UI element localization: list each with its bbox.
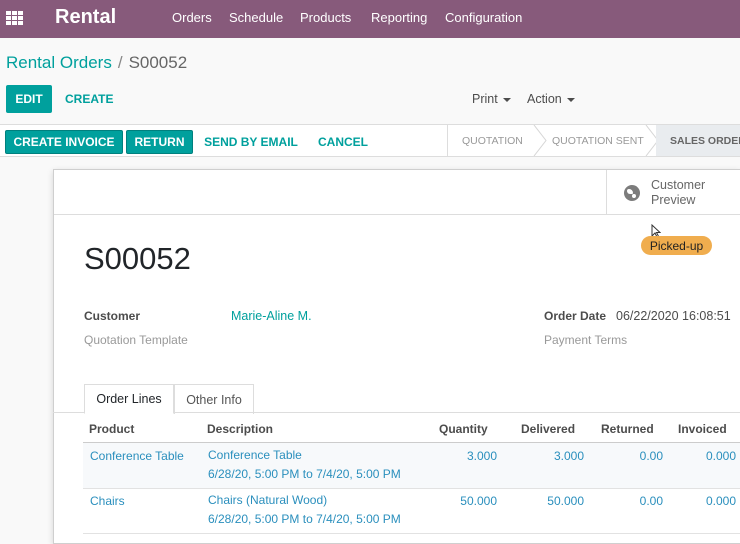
cancel-button[interactable]: CANCEL	[314, 130, 372, 154]
order-date-field[interactable]: 06/22/2020 16:08:51	[616, 309, 731, 323]
smart-button-box: Customer Preview	[54, 170, 740, 215]
chevron-down-icon	[566, 97, 575, 102]
row-invoiced: 0.000	[705, 449, 736, 463]
stage-quotation[interactable]: QUOTATION	[462, 125, 523, 156]
app-brand[interactable]: Rental	[55, 6, 116, 29]
status-badge: Picked-up	[641, 236, 712, 255]
menu-reporting[interactable]: Reporting	[371, 10, 427, 25]
edit-button[interactable]: EDIT	[6, 85, 52, 113]
stage-quotation-sent[interactable]: QUOTATION SENT	[552, 125, 644, 156]
apps-grid-icon[interactable]	[6, 11, 23, 25]
row-product[interactable]: Conference Table	[90, 449, 184, 463]
menu-orders[interactable]: Orders	[172, 10, 212, 25]
order-date-label: Order Date	[544, 309, 607, 323]
chevron-down-icon	[502, 97, 511, 102]
create-button[interactable]: CREATE	[65, 92, 113, 106]
menu-configuration[interactable]: Configuration	[445, 10, 522, 25]
customer-label: Customer	[84, 309, 141, 323]
col-header-description[interactable]: Description	[207, 422, 273, 436]
print-label: Print	[472, 92, 498, 106]
action-label: Action	[527, 92, 562, 106]
quotation-template-label: Quotation Template	[84, 333, 188, 347]
status-bar: CREATE INVOICE RETURN SEND BY EMAIL CANC…	[0, 124, 740, 157]
customer-preview-label: Customer Preview	[651, 178, 706, 207]
action-dropdown[interactable]: Action	[527, 92, 575, 106]
stage-arrow-icon	[533, 125, 547, 156]
payment-terms-label: Payment Terms	[544, 333, 628, 347]
create-invoice-button[interactable]: CREATE INVOICE	[5, 130, 123, 154]
tab-order-lines[interactable]: Order Lines	[84, 384, 174, 414]
globe-icon	[624, 185, 640, 201]
row-product[interactable]: Chairs	[90, 494, 125, 508]
tab-other-info[interactable]: Other Info	[174, 384, 254, 414]
row-returned: 0.00	[639, 494, 663, 508]
breadcrumb-rental-orders[interactable]: Rental Orders	[6, 53, 112, 72]
col-header-returned[interactable]: Returned	[601, 422, 654, 436]
row-quantity: 3.000	[466, 449, 497, 463]
send-by-email-button[interactable]: SEND BY EMAIL	[203, 130, 299, 154]
breadcrumb: Rental Orders / S00052	[6, 53, 187, 73]
col-header-product[interactable]: Product	[89, 422, 134, 436]
col-header-delivered[interactable]: Delivered	[521, 422, 575, 436]
return-button[interactable]: RETURN	[126, 130, 193, 154]
row-invoiced: 0.000	[705, 494, 736, 508]
row-description: Chairs (Natural Wood)	[208, 493, 328, 507]
row-description-dates: 6/28/20, 5:00 PM to 7/4/20, 5:00 PM	[208, 512, 401, 526]
row-returned: 0.00	[639, 449, 663, 463]
col-header-quantity[interactable]: Quantity	[439, 422, 488, 436]
stage-sales-order[interactable]: SALES ORDER	[656, 125, 740, 156]
row-delivered: 3.000	[553, 449, 584, 463]
row-divider	[83, 533, 740, 534]
breadcrumb-current: S00052	[128, 53, 188, 72]
row-quantity: 50.000	[460, 494, 497, 508]
row-delivered: 50.000	[547, 494, 584, 508]
row-description: Conference Table	[208, 448, 302, 462]
customer-preview-button[interactable]: Customer Preview	[606, 170, 740, 215]
row-description-dates: 6/28/20, 5:00 PM to 7/4/20, 5:00 PM	[208, 467, 401, 481]
menu-products[interactable]: Products	[300, 10, 351, 25]
top-navbar: Rental Orders Schedule Products Reportin…	[0, 0, 740, 38]
page-title: S00052	[84, 241, 191, 276]
stage-pipeline: QUOTATION QUOTATION SENT SALES ORDER	[447, 125, 740, 156]
col-header-invoiced[interactable]: Invoiced	[678, 422, 727, 436]
breadcrumb-separator: /	[117, 53, 123, 72]
customer-field[interactable]: Marie-Aline M.	[231, 309, 312, 323]
print-dropdown[interactable]: Print	[472, 92, 511, 106]
menu-schedule[interactable]: Schedule	[229, 10, 283, 25]
